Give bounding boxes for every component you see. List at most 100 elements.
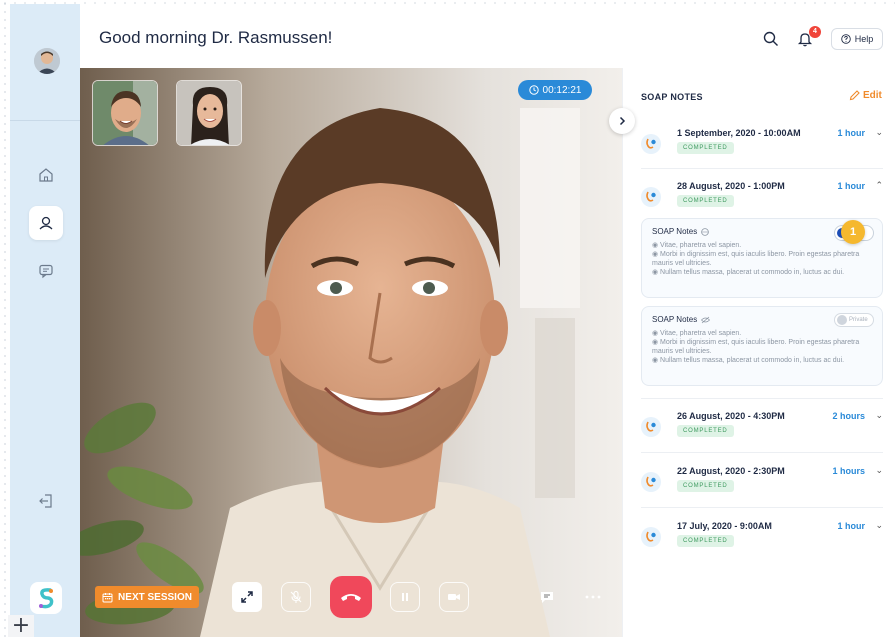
note-line: ◉ Vitae, pharetra vel sapien. xyxy=(652,242,742,249)
help-icon xyxy=(840,34,851,44)
panel-title: SOAP NOTES xyxy=(641,92,703,102)
user-icon xyxy=(39,216,53,230)
session-date: 1 September, 2020 - 10:00AM xyxy=(677,128,801,138)
doctor-session-icon xyxy=(641,417,661,437)
chat-bubble-icon xyxy=(541,592,553,603)
soap-note-card: SOAP Notes ◉ Vitae, pharetra vel sapien.… xyxy=(641,218,883,298)
clock-icon xyxy=(528,85,539,95)
status-badge: COMPLETED xyxy=(677,425,734,437)
status-badge: COMPLETED xyxy=(677,480,734,492)
pause-button[interactable] xyxy=(390,582,420,612)
user-avatar[interactable] xyxy=(34,48,60,74)
status-badge: COMPLETED xyxy=(677,195,734,207)
toggle-knob xyxy=(837,315,847,325)
remote-participant-video xyxy=(80,68,622,637)
edit-button[interactable]: Edit xyxy=(849,90,882,101)
row-divider xyxy=(641,452,883,453)
doctor-session-icon xyxy=(641,527,661,547)
calendar-icon xyxy=(102,592,113,602)
chevron-down-icon[interactable]: ⌄ xyxy=(875,465,883,476)
note-line: ◉ Nullam tellus massa, placerat ut commo… xyxy=(652,357,845,364)
soap-notes-panel: SOAP NOTES Edit 1 September, 2020 - 10:0… xyxy=(622,68,895,637)
greeting-title: Good morning Dr. Rasmussen! xyxy=(99,28,333,47)
call-timer-value: 00:12:21 xyxy=(542,84,582,96)
sidebar xyxy=(10,4,80,637)
logout-icon xyxy=(39,494,52,508)
session-date: 17 July, 2020 - 9:00AM xyxy=(677,521,772,531)
search-icon xyxy=(763,31,778,46)
session-date: 22 August, 2020 - 2:30PM xyxy=(677,466,785,476)
session-duration: 1 hours xyxy=(832,466,865,476)
fullscreen-button[interactable] xyxy=(232,582,262,612)
sidebar-item-home[interactable] xyxy=(29,158,63,192)
private-toggle[interactable]: Private xyxy=(834,313,874,327)
sidebar-item-messages[interactable] xyxy=(29,254,63,288)
help-button[interactable]: Help xyxy=(831,28,883,50)
sidebar-item-profile[interactable] xyxy=(29,206,63,240)
video-call-stage: 00:12:21 NEXT SESSION xyxy=(80,68,622,637)
pencil-icon xyxy=(849,90,860,101)
status-badge: COMPLETED xyxy=(677,142,734,154)
doctor-session-icon xyxy=(641,134,661,154)
session-date: 26 August, 2020 - 4:30PM xyxy=(677,411,785,421)
visibility-toggle[interactable]: 1 xyxy=(834,220,874,244)
next-session-label: NEXT SESSION xyxy=(118,591,192,603)
end-call-button[interactable] xyxy=(330,576,372,618)
chevron-right-icon xyxy=(619,116,626,126)
top-header: Good morning Dr. Rasmussen! 4 Help xyxy=(80,4,895,68)
session-duration: 2 hours xyxy=(832,411,865,421)
sidebar-item-logout[interactable] xyxy=(29,484,63,518)
help-label: Help xyxy=(854,34,874,44)
home-icon xyxy=(39,168,53,182)
note-line: ◉ Morbi in dignissim est, quis iaculis l… xyxy=(652,251,860,267)
note-line: ◉ Nullam tellus massa, placerat ut commo… xyxy=(652,269,845,276)
chevron-down-icon[interactable]: ⌄ xyxy=(875,520,883,531)
globe-icon xyxy=(701,227,710,236)
participant-thumbnail-2[interactable] xyxy=(176,80,242,146)
brand-logo xyxy=(30,582,62,614)
chat-icon xyxy=(39,264,53,279)
mute-button[interactable] xyxy=(281,582,311,612)
more-options-button[interactable] xyxy=(582,586,604,608)
search-button[interactable] xyxy=(760,28,782,50)
call-timer: 00:12:21 xyxy=(518,80,592,100)
doctor-session-icon xyxy=(641,187,661,207)
phone-hangup-icon xyxy=(341,594,361,601)
note-title-text: SOAP Notes xyxy=(652,227,698,236)
soap-note-card: SOAP Notes ◉ Vitae, pharetra vel sapien.… xyxy=(641,306,883,386)
video-camera-icon xyxy=(448,594,460,600)
chat-button[interactable] xyxy=(536,586,558,608)
brand-logo-icon xyxy=(39,588,54,609)
session-duration: 1 hour xyxy=(837,181,865,191)
doctor-session-icon xyxy=(641,472,661,492)
chevron-down-icon[interactable]: ⌄ xyxy=(875,127,883,138)
chevron-up-icon[interactable]: ⌃ xyxy=(875,180,883,191)
edit-label: Edit xyxy=(863,90,882,101)
chevron-down-icon[interactable]: ⌄ xyxy=(875,410,883,421)
step-marker: 1 xyxy=(841,220,865,244)
session-duration: 1 hour xyxy=(837,128,865,138)
note-title-text: SOAP Notes xyxy=(652,315,698,324)
eye-off-icon xyxy=(701,316,711,323)
expand-icon xyxy=(241,591,253,603)
row-divider xyxy=(641,168,883,169)
note-line: ◉ Vitae, pharetra vel sapien. xyxy=(652,330,742,337)
pause-icon xyxy=(402,593,408,601)
participant-thumbnail-1[interactable] xyxy=(92,80,158,146)
session-duration: 1 hour xyxy=(837,521,865,531)
row-divider xyxy=(641,507,883,508)
camera-button[interactable] xyxy=(439,582,469,612)
collapse-panel-button[interactable] xyxy=(609,108,635,134)
mic-off-icon xyxy=(290,590,302,603)
row-divider xyxy=(641,398,883,399)
notification-badge: 4 xyxy=(809,26,821,38)
canvas-dots-left xyxy=(0,0,10,637)
next-session-button[interactable]: NEXT SESSION xyxy=(95,586,199,608)
add-icon[interactable]: + xyxy=(8,615,34,637)
status-badge: COMPLETED xyxy=(677,535,734,547)
more-dots-icon xyxy=(585,595,601,599)
sidebar-divider xyxy=(10,120,80,121)
note-line: ◉ Morbi in dignissim est, quis iaculis l… xyxy=(652,339,860,355)
session-date: 28 August, 2020 - 1:00PM xyxy=(677,181,785,191)
private-label: Private xyxy=(849,317,868,323)
